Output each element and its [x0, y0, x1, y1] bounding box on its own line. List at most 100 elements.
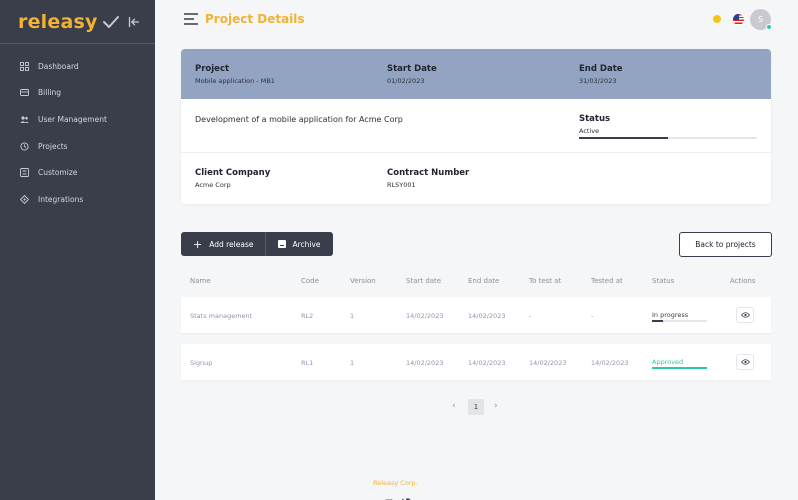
- page-title: Project Details: [205, 12, 305, 26]
- release-version: 1: [350, 359, 355, 367]
- project-description-section: Development of a mobile application for …: [181, 99, 771, 153]
- release-status: In progress: [652, 311, 689, 319]
- project-field: Project Mobile application - MB1: [195, 64, 275, 85]
- status-field: Status Active: [579, 114, 610, 135]
- table-row[interactable]: Stats management RL2 1 14/02/2023 14/02/…: [181, 297, 771, 333]
- column-header-end-date: End date: [468, 277, 500, 285]
- sidebar-nav: Dashboard Billing User Management Projec…: [0, 44, 155, 213]
- release-code: RL1: [301, 359, 314, 367]
- sidebar-item-dashboard[interactable]: Dashboard: [0, 53, 155, 80]
- status-progress-fill: [579, 137, 668, 139]
- menu-icon[interactable]: [184, 13, 198, 25]
- contract-number-value: RLSY001: [387, 181, 416, 189]
- start-date-label: Start Date: [387, 64, 437, 74]
- column-header-tested-at: Tested at: [591, 277, 623, 285]
- client-company-field: Client Company Acme Corp: [195, 168, 270, 189]
- release-to-test-at: -: [529, 312, 532, 320]
- sidebar-item-integrations[interactable]: Integrations: [0, 186, 155, 213]
- archive-label: Archive: [292, 239, 321, 249]
- archive-icon: [278, 240, 287, 248]
- contract-number-field: Contract Number RLSY001: [387, 168, 469, 189]
- status-label: Status: [579, 114, 611, 124]
- pagination-prev-button[interactable]: ‹: [452, 401, 456, 411]
- release-status-bar: [652, 367, 707, 369]
- online-status-indicator: [766, 24, 772, 30]
- theme-toggle-icon[interactable]: [713, 15, 721, 23]
- release-version: 1: [350, 312, 355, 320]
- sidebar-item-label: Billing: [38, 88, 61, 98]
- twitter-icon[interactable]: [401, 492, 411, 500]
- project-client-section: Client Company Acme Corp Contract Number…: [181, 154, 771, 204]
- release-name: Stats management: [190, 312, 253, 320]
- column-header-actions: Actions: [730, 277, 756, 285]
- collapse-sidebar-icon[interactable]: [128, 16, 140, 28]
- view-release-button[interactable]: [736, 354, 754, 370]
- release-end-date: 14/02/2023: [468, 359, 506, 367]
- release-name: Signup: [190, 359, 213, 367]
- release-tested-at: 14/02/2023: [591, 359, 629, 367]
- footer-copyright: Releasy Corp.: [373, 479, 418, 487]
- pagination-page-button[interactable]: 1: [468, 399, 484, 415]
- release-status-fill: [652, 367, 707, 369]
- sidebar-item-label: Projects: [38, 141, 68, 151]
- project-label: Project: [195, 64, 230, 74]
- column-header-to-test-at: To test at: [529, 277, 562, 285]
- archive-button[interactable]: Archive: [265, 232, 333, 256]
- release-actions: + Add release Archive: [181, 232, 333, 256]
- sidebar-item-label: Dashboard: [38, 61, 79, 71]
- start-date-value: 01/02/2023: [387, 77, 425, 85]
- release-tested-at: -: [591, 312, 594, 320]
- top-bar: Project Details S: [155, 0, 798, 40]
- release-end-date: 14/02/2023: [468, 312, 506, 320]
- start-date-field: Start Date 01/02/2023: [387, 64, 437, 85]
- billing-icon: [19, 88, 29, 98]
- column-header-start-date: Start date: [406, 277, 442, 285]
- end-date-field: End Date 31/03/2023: [579, 64, 623, 85]
- users-icon: [19, 114, 29, 124]
- plus-icon: +: [193, 237, 203, 251]
- projects-icon: [19, 141, 29, 151]
- eye-icon: [740, 359, 750, 365]
- logo: releasy: [18, 10, 98, 33]
- project-details-card: Project Mobile application - MB1 Start D…: [181, 49, 771, 204]
- sidebar-item-customize[interactable]: Customize: [0, 159, 155, 186]
- release-start-date: 14/02/2023: [406, 359, 444, 367]
- project-card-header: Project Mobile application - MB1 Start D…: [181, 49, 771, 99]
- integrations-icon: [19, 194, 29, 204]
- us-flag-icon[interactable]: [733, 14, 744, 25]
- release-status: Approved: [652, 358, 684, 366]
- column-header-version: Version: [350, 277, 376, 285]
- view-release-button[interactable]: [736, 307, 754, 323]
- customize-icon: [19, 168, 29, 178]
- pagination-next-button[interactable]: ›: [494, 401, 498, 411]
- release-to-test-at: 14/02/2023: [529, 359, 567, 367]
- eye-icon: [740, 312, 750, 318]
- sidebar-brand: releasy: [0, 0, 155, 44]
- sidebar-item-label: Customize: [38, 168, 78, 178]
- dashboard-icon: [19, 61, 29, 71]
- column-header-status: Status: [652, 277, 675, 285]
- client-company-label: Client Company: [195, 168, 271, 178]
- column-header-code: Code: [301, 277, 319, 285]
- link-icon[interactable]: [384, 492, 394, 500]
- status-progress-bar: [579, 137, 757, 139]
- sidebar-item-label: Integrations: [38, 194, 84, 204]
- release-status-fill: [652, 320, 663, 322]
- client-company-value: Acme Corp: [195, 181, 231, 189]
- add-release-button[interactable]: + Add release: [181, 232, 266, 256]
- footer-social-links: [384, 492, 411, 500]
- sidebar-item-projects[interactable]: Projects: [0, 133, 155, 160]
- back-to-projects-button[interactable]: Back to projects: [679, 232, 772, 257]
- end-date-value: 31/03/2023: [579, 77, 617, 85]
- end-date-label: End Date: [579, 64, 623, 74]
- project-description: Development of a mobile application for …: [195, 115, 403, 124]
- table-row[interactable]: Signup RL1 1 14/02/2023 14/02/2023 14/02…: [181, 344, 771, 380]
- sidebar-item-user-management[interactable]: User Management: [0, 106, 155, 133]
- column-header-name: Name: [190, 277, 211, 285]
- contract-number-label: Contract Number: [387, 168, 470, 178]
- sidebar-item-billing[interactable]: Billing: [0, 80, 155, 107]
- release-status-bar: [652, 320, 707, 322]
- release-code: RL2: [301, 312, 314, 320]
- sidebar: releasy Dashboard Billing User Managemen…: [0, 0, 155, 500]
- sidebar-item-label: User Management: [38, 114, 107, 124]
